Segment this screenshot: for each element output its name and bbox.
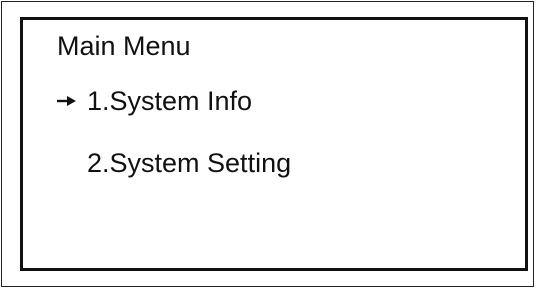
menu-item-label: 1.System Info xyxy=(87,86,253,116)
menu-title: Main Menu xyxy=(57,31,191,61)
menu-item-system-setting[interactable]: 2.System Setting xyxy=(23,146,503,180)
menu-item-label: 2.System Setting xyxy=(87,148,292,178)
right-arrow-icon xyxy=(57,95,77,107)
menu-item-system-info[interactable]: 1.System Info xyxy=(23,84,503,118)
lcd-screen: Main Menu 1.System Info 2.System Setting xyxy=(20,17,528,271)
